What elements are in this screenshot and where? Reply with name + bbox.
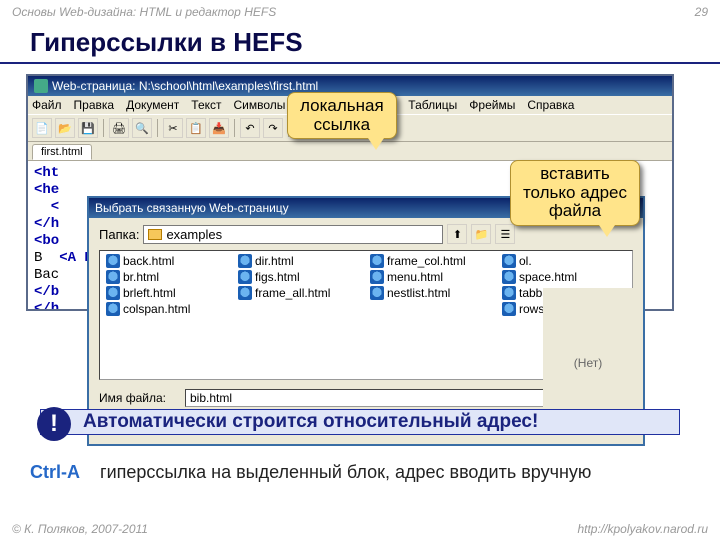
file-item-label: ol. <box>519 254 532 268</box>
cut-icon[interactable]: ✂ <box>163 118 183 138</box>
file-item-label: nestlist.html <box>387 286 450 300</box>
html-file-icon <box>502 302 516 316</box>
bang-icon: ! <box>37 407 71 441</box>
paste-icon[interactable]: 📥 <box>209 118 229 138</box>
tip-row: Ctrl-A гиперссылка на выделенный блок, а… <box>30 462 690 483</box>
file-item-label: back.html <box>123 254 174 268</box>
html-file-icon <box>502 286 516 300</box>
file-item[interactable]: dir.html <box>236 253 364 269</box>
file-item[interactable]: brleft.html <box>104 285 232 301</box>
filename-label: Имя файла: <box>99 391 179 405</box>
up-folder-icon[interactable]: ⬆ <box>447 224 467 244</box>
preview-icon[interactable]: 🔍 <box>132 118 152 138</box>
html-file-icon <box>106 286 120 300</box>
dialog-title: Выбрать связанную Web-страницу <box>95 201 289 215</box>
html-file-icon <box>370 270 384 284</box>
copy-icon[interactable]: 📋 <box>186 118 206 138</box>
menu-file[interactable]: Файл <box>32 98 62 112</box>
page-title: Гиперссылки в HEFS <box>0 25 720 64</box>
note-bar: ! Автоматически строится относительный а… <box>40 409 680 435</box>
file-item-label: frame_col.html <box>387 254 466 268</box>
file-item-label: menu.html <box>387 270 443 284</box>
code-line: < <box>34 199 59 215</box>
print-icon[interactable]: 🖨 <box>109 118 129 138</box>
menu-edit[interactable]: Правка <box>74 98 115 112</box>
html-file-icon <box>106 302 120 316</box>
list-view-icon[interactable]: ☰ <box>495 224 515 244</box>
html-file-icon <box>502 254 516 268</box>
file-item[interactable]: space.html <box>500 269 628 285</box>
header-topic: Основы Web-дизайна: HTML и редактор HEFS <box>12 5 276 25</box>
file-item-label: brleft.html <box>123 286 176 300</box>
file-item[interactable]: colspan.html <box>104 301 232 317</box>
tab-first[interactable]: first.html <box>32 144 92 160</box>
file-item[interactable] <box>236 301 364 317</box>
redo-icon[interactable]: ↷ <box>263 118 283 138</box>
file-item[interactable]: ol. <box>500 253 628 269</box>
file-item[interactable]: menu.html <box>368 269 496 285</box>
menu-symbols[interactable]: Символы <box>234 98 286 112</box>
menu-tables[interactable]: Таблицы <box>408 98 457 112</box>
save-icon[interactable]: 💾 <box>78 118 98 138</box>
code-line: </h <box>34 301 59 309</box>
page-number: 29 <box>695 5 708 25</box>
folder-label: Папка: <box>99 227 139 242</box>
shortcut-label: Ctrl-A <box>30 462 80 482</box>
footer-url: http://kpolyakov.narod.ru <box>577 522 708 536</box>
code-line: <bo <box>34 233 59 249</box>
file-item[interactable]: nestlist.html <box>368 285 496 301</box>
callout-local-link: локальная ссылка <box>287 92 397 139</box>
file-item[interactable]: br.html <box>104 269 232 285</box>
menu-text[interactable]: Текст <box>191 98 221 112</box>
file-item-label: colspan.html <box>123 302 190 316</box>
code-line: Вас <box>34 267 59 283</box>
filename-input[interactable]: bib.html <box>185 389 547 407</box>
menu-help[interactable]: Справка <box>527 98 574 112</box>
html-file-icon <box>370 254 384 268</box>
file-item-label: frame_all.html <box>255 286 330 300</box>
file-item-label: dir.html <box>255 254 294 268</box>
html-file-icon <box>106 270 120 284</box>
file-item-label: space.html <box>519 270 577 284</box>
file-item-label: br.html <box>123 270 159 284</box>
file-item[interactable]: frame_col.html <box>368 253 496 269</box>
code-line: <ht <box>34 165 59 181</box>
file-item[interactable] <box>368 301 496 317</box>
tip-text: гиперссылка на выделенный блок, адрес вв… <box>100 462 591 482</box>
code-line: <he <box>34 182 59 198</box>
html-file-icon <box>238 286 252 300</box>
code-line: </h <box>34 216 59 232</box>
code-line: </b <box>34 284 59 300</box>
menu-document[interactable]: Документ <box>126 98 179 112</box>
html-file-icon <box>238 270 252 284</box>
folder-icon <box>148 229 162 240</box>
file-item[interactable]: frame_all.html <box>236 285 364 301</box>
file-item[interactable]: figs.html <box>236 269 364 285</box>
hefs-window-title: Web-страница: N:\school\html\examples\fi… <box>52 79 318 93</box>
open-icon[interactable]: 📂 <box>55 118 75 138</box>
html-file-icon <box>370 286 384 300</box>
tabbar: first.html <box>28 142 672 161</box>
callout-insert-address: вставить только адрес файла <box>510 160 640 226</box>
preview-label: (Нет) <box>574 356 602 370</box>
note-text: Автоматически строится относительный адр… <box>83 411 538 433</box>
html-file-icon <box>106 254 120 268</box>
folder-value: examples <box>166 227 222 242</box>
file-item-label: figs.html <box>255 270 300 284</box>
folder-dropdown[interactable]: examples <box>143 225 443 244</box>
undo-icon[interactable]: ↶ <box>240 118 260 138</box>
screenshot-area: Web-страница: N:\school\html\examples\fi… <box>22 74 698 439</box>
new-folder-icon[interactable]: 📁 <box>471 224 491 244</box>
html-file-icon <box>502 270 516 284</box>
window-icon <box>34 79 48 93</box>
html-file-icon <box>238 254 252 268</box>
file-item[interactable]: back.html <box>104 253 232 269</box>
new-icon[interactable]: 📄 <box>32 118 52 138</box>
footer-copyright: © К. Поляков, 2007-2011 <box>12 522 148 536</box>
menu-frames[interactable]: Фреймы <box>469 98 515 112</box>
